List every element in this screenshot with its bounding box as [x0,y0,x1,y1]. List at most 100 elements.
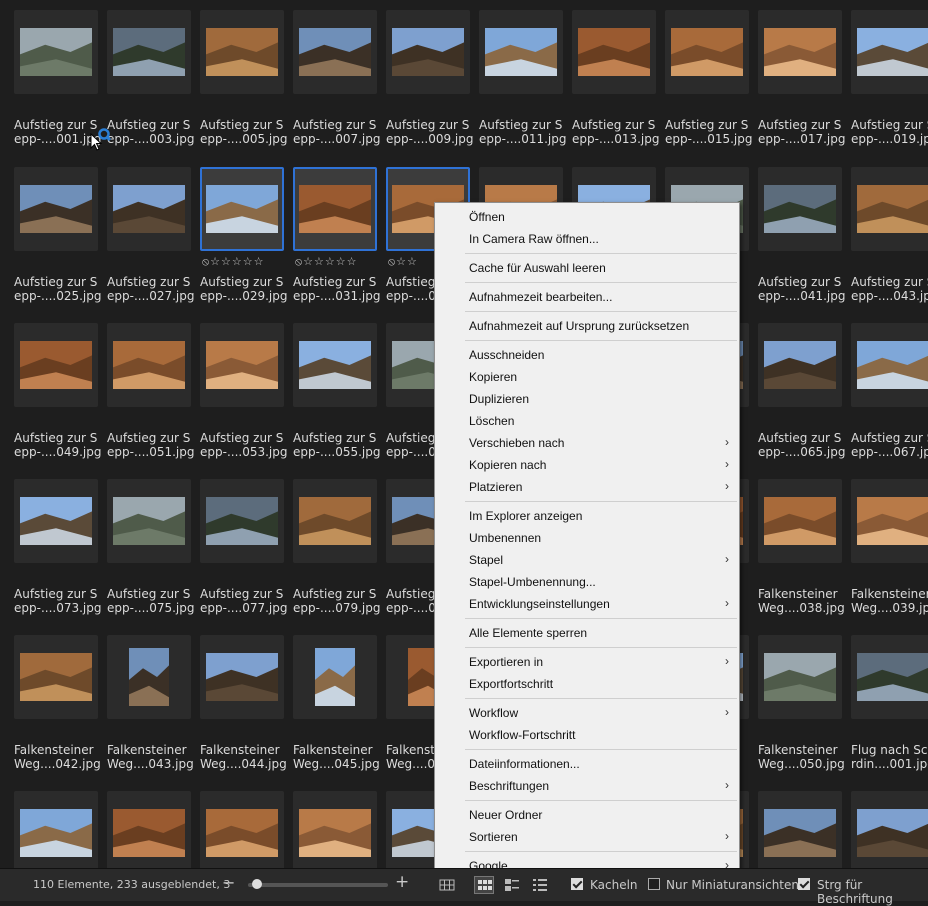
tiles-checkbox[interactable] [571,878,583,890]
thumbnail-tile[interactable] [14,479,98,563]
thumbnail-image [206,653,278,705]
menu-item-cache-für-auswahl-leeren[interactable]: Cache für Auswahl leeren [435,257,739,279]
thumbnail-tile[interactable] [14,635,98,719]
thumbnail-caption: Aufstieg zur S epp-....027.jpg [107,275,195,303]
menu-separator [465,618,737,619]
menu-item-sortieren[interactable]: Sortieren › [435,826,739,848]
thumbnail-tile[interactable] [14,791,98,868]
thumbnail-tile[interactable] [107,791,191,868]
menu-item-label: Alle Elemente sperren [469,626,588,640]
thumbnail-tile[interactable] [572,10,656,94]
submenu-arrow-icon: › [725,435,729,449]
thumbnail-tile[interactable] [293,323,377,407]
menu-item-label: Dateiinformationen... [469,757,580,771]
thumbnail-tile[interactable] [200,479,284,563]
menu-item-neuer-ordner[interactable]: Neuer Ordner [435,804,739,826]
menu-item-alle-elemente-sperren[interactable]: Alle Elemente sperren [435,622,739,644]
menu-item-platzieren[interactable]: Platzieren › [435,476,739,498]
menu-item-öffnen[interactable]: Öffnen [435,206,739,228]
thumbnail-size-slider[interactable] [248,883,388,887]
detail-view-icon[interactable] [502,876,522,894]
thumbnail-tile[interactable] [200,791,284,868]
thumbnail-tile[interactable] [107,635,191,719]
thumbnail-tile[interactable] [293,791,377,868]
menu-item-duplizieren[interactable]: Duplizieren [435,388,739,410]
menu-item-umbenennen[interactable]: Umbenennen [435,527,739,549]
menu-item-stapel[interactable]: Stapel › [435,549,739,571]
thumbnail-tile[interactable] [851,635,928,719]
grid-view-icon[interactable] [437,876,457,894]
thumbnail-tile[interactable] [107,167,191,251]
thumbnail-tile[interactable] [200,323,284,407]
thumbnail-tile[interactable] [851,167,928,251]
thumbnail-tile[interactable] [293,10,377,94]
thumbnail-tile[interactable] [14,167,98,251]
menu-item-label: Im Explorer anzeigen [469,509,583,523]
menu-item-kopieren[interactable]: Kopieren [435,366,739,388]
rating-stars[interactable]: ⦸☆☆ [388,255,418,269]
menu-item-ausschneiden[interactable]: Ausschneiden [435,344,739,366]
thumbnail-tile[interactable] [293,479,377,563]
menu-separator [465,501,737,502]
thumbnail-tile[interactable] [14,10,98,94]
thumbnail-image [129,648,169,710]
ctrl-caption-checkbox[interactable] [798,878,810,890]
menu-item-exportfortschritt[interactable]: Exportfortschritt [435,673,739,695]
thumbnail-tile[interactable] [758,791,842,868]
thumbnail-tile[interactable] [758,323,842,407]
menu-item-in-camera-raw-öffnen[interactable]: In Camera Raw öffnen... [435,228,739,250]
thumbnail-tile[interactable] [665,10,749,94]
thumbnail-image [764,185,836,237]
thumbnail-tile[interactable] [758,479,842,563]
menu-item-verschieben-nach[interactable]: Verschieben nach › [435,432,739,454]
menu-item-workflow[interactable]: Workflow › [435,702,739,724]
thumbnail-tile[interactable] [107,323,191,407]
thumbnail-tile[interactable] [14,323,98,407]
zoom-out-button[interactable]: − [222,873,235,892]
menu-item-stapel-umbenennung[interactable]: Stapel-Umbenennung... [435,571,739,593]
thumbnail-tile[interactable] [200,10,284,94]
menu-item-label: Aufnahmezeit bearbeiten... [469,290,613,304]
menu-item-entwicklungseinstellungen[interactable]: Entwicklungseinstellungen › [435,593,739,615]
thumbnail-tile[interactable] [851,791,928,868]
menu-item-beschriftungen[interactable]: Beschriftungen › [435,775,739,797]
zoom-in-button[interactable]: + [395,872,409,892]
thumbnail-tile[interactable] [851,479,928,563]
thumbnail-tile[interactable] [479,10,563,94]
thumbnail-tile[interactable] [851,10,928,94]
menu-item-im-explorer-anzeigen[interactable]: Im Explorer anzeigen [435,505,739,527]
thumbnail-tile[interactable] [200,635,284,719]
menu-item-dateiinformationen[interactable]: Dateiinformationen... [435,753,739,775]
thumbnail-tile[interactable] [386,10,470,94]
rating-stars[interactable]: ⦸☆☆☆☆☆ [202,255,264,269]
thumbnail-tile[interactable] [107,10,191,94]
menu-item-workflow-fortschritt[interactable]: Workflow-Fortschritt [435,724,739,746]
thumbnail-tile[interactable] [758,635,842,719]
thumbnail-tile[interactable] [200,167,284,251]
thumbnail-tile[interactable] [107,479,191,563]
thumbnail-tile[interactable] [293,635,377,719]
rating-stars[interactable]: ⦸☆☆☆☆☆ [295,255,357,269]
menu-item-kopieren-nach[interactable]: Kopieren nach › [435,454,739,476]
menu-item-aufnahmezeit-bearbeiten[interactable]: Aufnahmezeit bearbeiten... [435,286,739,308]
menu-separator [465,800,737,801]
thumbnail-tile[interactable] [851,323,928,407]
menu-item-aufnahmezeit-auf-ursprung-zurücksetzen[interactable]: Aufnahmezeit auf Ursprung zurücksetzen [435,315,739,337]
thumbnail-tile[interactable] [758,10,842,94]
menu-item-löschen[interactable]: Löschen [435,410,739,432]
thumbnail-image [578,28,650,80]
thumbnail-caption: Aufstieg zur S epp-....049.jpg [14,431,102,459]
menu-item-exportieren-in[interactable]: Exportieren in › [435,651,739,673]
thumbnail-tile[interactable] [758,167,842,251]
thumbnail-tile[interactable] [293,167,377,251]
thumbnail-image [857,28,928,80]
thumbnail-caption: Aufstieg zur S epp-....029.jpg [200,275,288,303]
thumbnails-only-checkbox[interactable] [648,878,660,890]
thumbnail-view-icon[interactable] [474,876,494,894]
menu-item-label: Löschen [469,414,515,428]
list-view-icon[interactable] [530,876,550,894]
menu-item-label: Workflow [469,706,519,720]
menu-item-label: Beschriftungen [469,779,550,793]
slider-knob[interactable] [252,879,262,889]
thumbnail-caption: Aufstieg zur S epp-....041.jpg [758,275,846,303]
